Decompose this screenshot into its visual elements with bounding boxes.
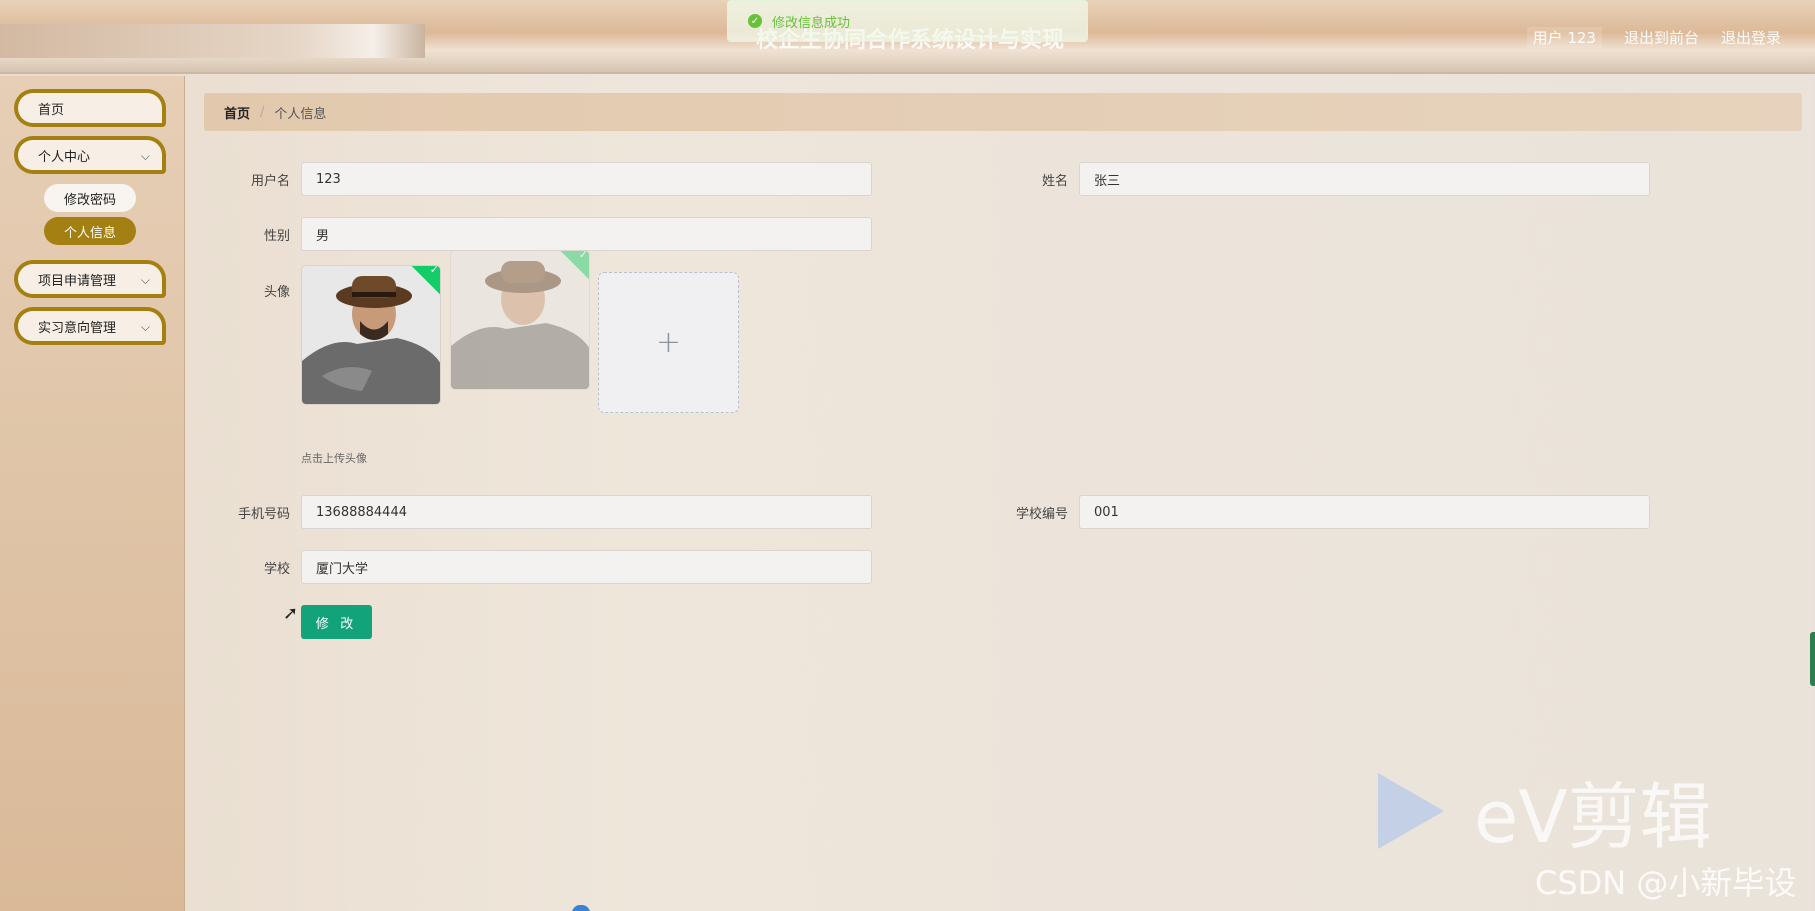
check-icon: ✓	[429, 265, 439, 277]
mouse-cursor-icon: ➚	[283, 603, 299, 624]
phone-label: 手机号码	[237, 507, 290, 522]
ev-watermark-text: eV剪辑	[1474, 775, 1712, 859]
plus-icon: +	[655, 325, 682, 360]
breadcrumb-home[interactable]: 首页	[224, 103, 250, 122]
avatar-label: 头像	[263, 285, 290, 300]
submenu-change-password[interactable]: 修改密码	[44, 184, 136, 212]
submenu-change-password-label: 修改密码	[63, 192, 116, 208]
submit-button[interactable]: 修 改	[301, 605, 372, 639]
avatar-image[interactable]: ✓	[301, 265, 441, 405]
check-circle-icon: ✓	[748, 14, 762, 28]
school-no-field[interactable]: 001	[1079, 495, 1650, 529]
header-decor-bar	[0, 24, 425, 58]
header-nav: 用户 123 退出到前台 退出登录	[1526, 27, 1781, 48]
ev-watermark: eV剪辑	[1378, 758, 1712, 863]
logout-link[interactable]: 退出登录	[1721, 27, 1781, 48]
chevron-down-icon: ⌵	[140, 273, 150, 287]
current-user: 用户 123	[1526, 27, 1602, 48]
menu-internship-intent-label: 实习意向管理	[38, 320, 117, 336]
school-no-label: 学校编号	[1015, 507, 1068, 522]
to-front-link[interactable]: 退出到前台	[1624, 27, 1699, 48]
school-label: 学校	[263, 562, 290, 577]
chevron-down-icon: ⌵	[140, 149, 150, 163]
toast-message: 修改信息成功	[772, 15, 851, 31]
menu-project-application-label: 项目申请管理	[38, 273, 117, 289]
username-label: 用户名	[250, 174, 290, 189]
name-label: 姓名	[1041, 174, 1068, 189]
avatar-upload-button[interactable]: +	[598, 272, 739, 413]
csdn-watermark: CSDN @小新毕设	[1535, 864, 1797, 902]
menu-internship-intent[interactable]: 实习意向管理 ⌵	[14, 307, 166, 345]
breadcrumb-current: 个人信息	[274, 106, 327, 122]
phone-field[interactable]: 13688884444	[301, 495, 872, 529]
menu-home[interactable]: 首页	[14, 89, 166, 127]
sidebar: 首页 个人中心 ⌵ 修改密码 个人信息 项目申请管理 ⌵ 实习意向管理 ⌵	[0, 76, 185, 911]
menu-home-label: 首页	[38, 102, 65, 118]
username-field[interactable]: 123	[301, 162, 872, 196]
name-field[interactable]: 张三	[1079, 162, 1650, 196]
edge-tab[interactable]	[1810, 632, 1815, 686]
scroll-indicator	[572, 905, 590, 911]
breadcrumb: 首页 / 个人信息	[204, 93, 1802, 131]
avatar-preview-faded: ✓	[450, 250, 590, 390]
menu-project-application[interactable]: 项目申请管理 ⌵	[14, 260, 166, 298]
menu-personal-center[interactable]: 个人中心 ⌵	[14, 136, 166, 174]
menu-personal-center-label: 个人中心	[38, 149, 91, 165]
play-logo-icon	[1378, 772, 1444, 849]
submenu-personal-info[interactable]: 个人信息	[44, 217, 136, 245]
school-field[interactable]: 厦门大学	[301, 550, 872, 584]
breadcrumb-separator: /	[260, 104, 265, 120]
avatar-photo	[302, 266, 440, 404]
gender-field[interactable]: 男	[301, 217, 872, 251]
submenu-personal-info-label: 个人信息	[63, 225, 116, 241]
gender-label: 性别	[263, 229, 290, 244]
avatar-upload-hint: 点击上传头像	[301, 452, 367, 465]
chevron-down-icon: ⌵	[140, 320, 150, 334]
avatar-photo-faded	[451, 251, 589, 389]
check-icon: ✓	[578, 250, 588, 262]
success-toast: ✓ 修改信息成功	[727, 0, 1088, 42]
